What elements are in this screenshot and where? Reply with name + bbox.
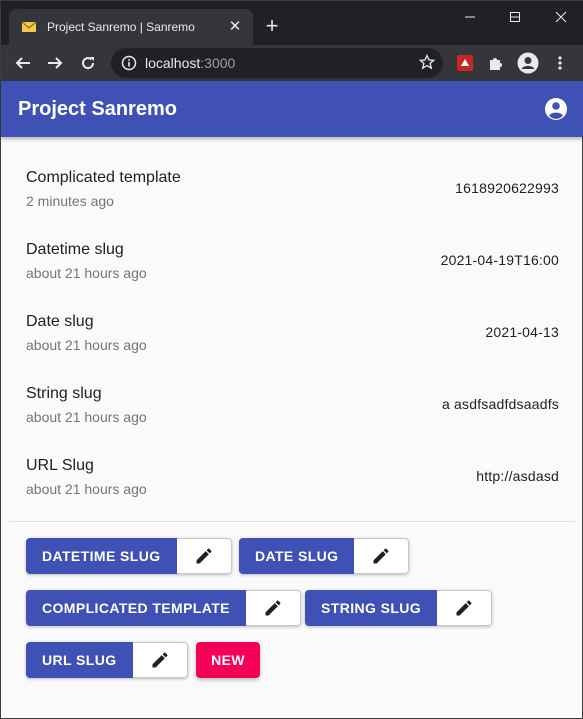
item-time: about 21 hours ago bbox=[26, 481, 147, 497]
account-circle-icon[interactable] bbox=[544, 97, 568, 121]
browser-window: Project Sanremo | Sanremo ✕ + localhost:… bbox=[0, 0, 583, 719]
forward-arrow-icon[interactable] bbox=[41, 49, 69, 77]
item-title: String slug bbox=[26, 385, 102, 402]
pencil-icon bbox=[265, 600, 281, 616]
bookmark-star-icon[interactable] bbox=[419, 54, 435, 70]
item-title: URL Slug bbox=[26, 457, 94, 474]
datetime-slug-group: DATETIME SLUG bbox=[26, 538, 232, 574]
url-slug-edit-button[interactable] bbox=[132, 642, 188, 678]
envelope-favicon-icon bbox=[21, 21, 37, 32]
string-slug-button[interactable]: STRING SLUG bbox=[305, 590, 438, 626]
minimize-button[interactable] bbox=[447, 1, 493, 33]
list-item[interactable]: URL Slug about 21 hours ago http://asdas… bbox=[1, 431, 583, 503]
browser-toolbar: localhost:3000 bbox=[1, 45, 583, 81]
string-slug-edit-button[interactable] bbox=[437, 590, 493, 626]
complicated-template-edit-button[interactable] bbox=[245, 590, 301, 626]
url-slug-button[interactable]: URL SLUG bbox=[26, 642, 133, 678]
maximize-icon[interactable] bbox=[492, 1, 538, 33]
puzzle-extensions-icon[interactable] bbox=[482, 49, 510, 77]
item-list: Complicated template 2 minutes ago 16189… bbox=[1, 143, 583, 503]
close-window-icon[interactable] bbox=[538, 1, 583, 33]
url-slug-group: URL SLUG bbox=[26, 642, 188, 678]
app-title: Project Sanremo bbox=[18, 97, 177, 120]
divider bbox=[9, 521, 575, 522]
extension-icon[interactable] bbox=[451, 49, 479, 77]
browser-tab[interactable]: Project Sanremo | Sanremo ✕ bbox=[9, 9, 253, 45]
profile-avatar-icon[interactable] bbox=[514, 49, 542, 77]
date-slug-button[interactable]: DATE SLUG bbox=[239, 538, 355, 574]
browser-menu-icon[interactable] bbox=[546, 49, 574, 77]
date-slug-group: DATE SLUG bbox=[239, 538, 410, 574]
reload-icon[interactable] bbox=[74, 49, 102, 77]
new-tab-icon[interactable]: + bbox=[259, 14, 285, 40]
item-value: 2021-04-19T16:00 bbox=[440, 252, 559, 268]
list-item[interactable]: Complicated template 2 minutes ago 16189… bbox=[1, 143, 583, 215]
item-title: Date slug bbox=[26, 313, 94, 330]
app-bar: Project Sanremo bbox=[1, 81, 583, 137]
string-slug-group: STRING SLUG bbox=[305, 590, 493, 626]
pencil-icon bbox=[456, 600, 472, 616]
tab-close-icon[interactable]: ✕ bbox=[225, 17, 245, 37]
datetime-slug-button[interactable]: DATETIME SLUG bbox=[26, 538, 177, 574]
datetime-slug-edit-button[interactable] bbox=[176, 538, 232, 574]
url-text: localhost:3000 bbox=[145, 55, 236, 71]
item-time: about 21 hours ago bbox=[26, 337, 147, 353]
list-item[interactable]: Datetime slug about 21 hours ago 2021-04… bbox=[1, 215, 583, 287]
item-value: http://asdasd bbox=[476, 468, 559, 484]
new-button[interactable]: NEW bbox=[196, 642, 260, 678]
item-time: about 21 hours ago bbox=[26, 265, 147, 281]
item-value: 2021-04-13 bbox=[485, 324, 559, 340]
info-icon[interactable] bbox=[121, 55, 137, 71]
back-arrow-icon[interactable] bbox=[9, 49, 37, 77]
date-slug-edit-button[interactable] bbox=[354, 538, 410, 574]
item-title: Datetime slug bbox=[26, 241, 124, 258]
list-item[interactable]: String slug about 21 hours ago a asdfsad… bbox=[1, 359, 583, 431]
complicated-template-group: COMPLICATED TEMPLATE bbox=[26, 590, 301, 626]
complicated-template-button[interactable]: COMPLICATED TEMPLATE bbox=[26, 590, 246, 626]
pencil-icon bbox=[373, 548, 389, 564]
item-title: Complicated template bbox=[26, 169, 181, 186]
tab-title: Project Sanremo | Sanremo bbox=[47, 20, 195, 34]
pencil-icon bbox=[152, 652, 168, 668]
item-value: 1618920622993 bbox=[455, 180, 559, 196]
item-value: a asdfsadfdsaadfs bbox=[441, 396, 559, 412]
address-bar[interactable]: localhost:3000 bbox=[111, 48, 443, 78]
pencil-icon bbox=[196, 548, 212, 564]
item-time: about 21 hours ago bbox=[26, 409, 147, 425]
list-item[interactable]: Date slug about 21 hours ago 2021-04-13 bbox=[1, 287, 583, 359]
item-time: 2 minutes ago bbox=[26, 193, 114, 209]
